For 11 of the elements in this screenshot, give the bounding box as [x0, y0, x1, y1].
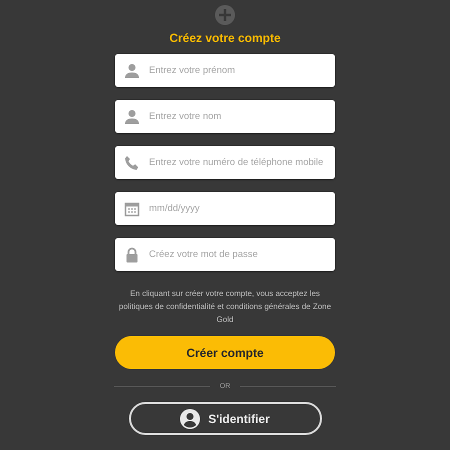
create-account-button[interactable]: Créer compte — [115, 336, 335, 369]
input-field[interactable]: mm/dd/yyyy — [115, 192, 335, 225]
input-field[interactable]: Entrez votre numéro de téléphone mobile — [115, 146, 335, 179]
input-field[interactable]: Créez votre mot de passe — [115, 238, 335, 271]
terms-text: En cliquant sur créer votre compte, vous acceptez les politiques de confidentialité et conditions générales de Zone Gold — [118, 288, 332, 326]
account-icon — [180, 408, 200, 428]
input-field[interactable]: Entrez votre prénom — [115, 54, 335, 87]
add-icon[interactable] — [215, 5, 235, 25]
login-button[interactable]: S'identifier — [128, 402, 322, 435]
form-title: Créez votre compte — [169, 31, 281, 45]
input-field[interactable]: Entrez votre nom — [115, 100, 335, 133]
